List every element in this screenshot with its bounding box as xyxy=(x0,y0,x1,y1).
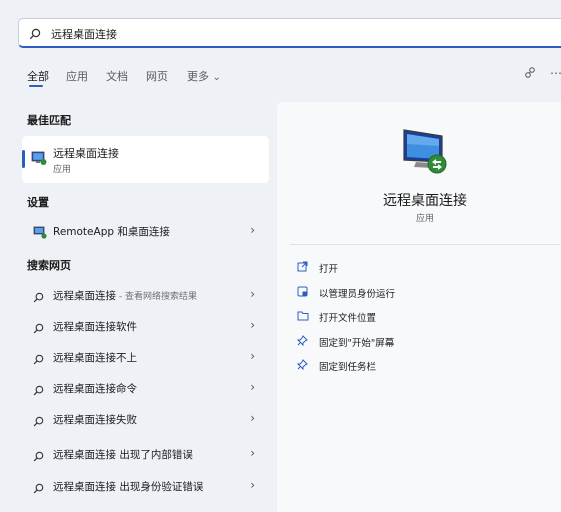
web-result-label: 远程桌面连接软件 xyxy=(53,321,137,333)
best-match-heading: 最佳匹配 xyxy=(27,114,71,127)
web-search-heading: 搜索网页 xyxy=(27,259,71,272)
tab-apps[interactable]: 应用 xyxy=(66,68,88,84)
open-icon xyxy=(297,261,309,273)
search-icon xyxy=(33,447,44,466)
divider xyxy=(290,244,560,245)
search-icon xyxy=(33,479,44,498)
share-icon[interactable] xyxy=(522,66,538,82)
action-pin-to-start[interactable]: 固定到"开始"屏幕 xyxy=(296,333,527,353)
web-result-label: 远程桌面连接 xyxy=(53,290,116,302)
settings-item-label: RemoteApp 和桌面连接 xyxy=(53,226,170,238)
best-match-item[interactable]: 远程桌面连接 应用 xyxy=(22,136,269,183)
search-icon xyxy=(33,381,44,400)
web-result[interactable]: 远程桌面连接 出现了内部错误 › xyxy=(22,440,269,468)
tab-more[interactable]: 更多 ⌄ xyxy=(187,68,221,84)
search-icon xyxy=(29,25,41,44)
pin-icon xyxy=(296,359,309,371)
tab-more-label: 更多 xyxy=(187,70,209,83)
chevron-right-icon: › xyxy=(250,446,255,460)
remote-desktop-icon xyxy=(31,150,47,170)
action-open[interactable]: 打开 xyxy=(297,259,527,279)
web-result-label: 远程桌面连接命令 xyxy=(53,383,137,395)
search-icon xyxy=(33,319,44,338)
web-result-label: 远程桌面连接 出现了内部错误 xyxy=(53,449,193,461)
action-open-file-location[interactable]: 打开文件位置 xyxy=(297,308,527,328)
web-result[interactable]: 远程桌面连接 - 查看网络搜索结果 › xyxy=(22,281,269,309)
chevron-down-icon: ⌄ xyxy=(212,72,221,83)
search-icon xyxy=(33,350,44,369)
web-result-label: 远程桌面连接失败 xyxy=(53,414,137,426)
action-label: 固定到"开始"屏幕 xyxy=(319,338,395,349)
best-match-title: 远程桌面连接 xyxy=(53,147,119,160)
pin-icon xyxy=(296,335,309,347)
action-run-as-admin[interactable]: 以管理员身份运行 xyxy=(297,284,527,304)
settings-item-remoteapp[interactable]: RemoteApp 和桌面连接 › xyxy=(22,217,269,245)
web-result-suffix: - 查看网络搜索结果 xyxy=(116,292,197,302)
search-input[interactable] xyxy=(49,23,553,45)
active-tab-indicator xyxy=(29,85,43,87)
action-label: 以管理员身份运行 xyxy=(319,289,396,300)
remote-desktop-large-icon xyxy=(398,126,450,180)
web-result[interactable]: 远程桌面连接 出现身份验证错误 › xyxy=(22,472,269,500)
more-options-icon[interactable]: ⋯ xyxy=(548,66,561,82)
admin-shield-icon xyxy=(297,286,309,298)
selection-indicator xyxy=(22,150,25,168)
web-result-label: 远程桌面连接 出现身份验证错误 xyxy=(53,481,204,493)
chevron-right-icon: › xyxy=(250,380,255,394)
tab-documents[interactable]: 文档 xyxy=(106,68,128,84)
search-box[interactable] xyxy=(18,18,561,48)
chevron-right-icon: › xyxy=(250,411,255,425)
chevron-right-icon: › xyxy=(250,223,255,237)
chevron-right-icon: › xyxy=(250,287,255,301)
detail-app-title: 远程桌面连接 xyxy=(383,193,467,209)
action-pin-to-taskbar[interactable]: 固定到任务栏 xyxy=(296,357,527,377)
chevron-right-icon: › xyxy=(250,318,255,332)
tab-all[interactable]: 全部 xyxy=(27,68,49,84)
web-result[interactable]: 远程桌面连接失败 › xyxy=(22,405,269,433)
action-label: 固定到任务栏 xyxy=(319,362,377,373)
web-result[interactable]: 远程桌面连接软件 › xyxy=(22,312,269,340)
best-match-subtitle: 应用 xyxy=(53,165,72,175)
search-icon xyxy=(33,288,44,307)
action-label: 打开 xyxy=(319,264,339,275)
web-result[interactable]: 远程桌面连接命令 › xyxy=(22,374,269,402)
settings-heading: 设置 xyxy=(27,196,49,209)
tab-web[interactable]: 网页 xyxy=(146,68,168,84)
action-label: 打开文件位置 xyxy=(319,313,377,324)
chevron-right-icon: › xyxy=(250,478,255,492)
search-icon xyxy=(33,412,44,431)
remoteapp-icon xyxy=(33,224,47,243)
web-result-label: 远程桌面连接不上 xyxy=(53,352,137,364)
chevron-right-icon: › xyxy=(250,349,255,363)
detail-app-type: 应用 xyxy=(415,214,434,224)
folder-icon xyxy=(297,310,309,322)
web-result[interactable]: 远程桌面连接不上 › xyxy=(22,343,269,371)
